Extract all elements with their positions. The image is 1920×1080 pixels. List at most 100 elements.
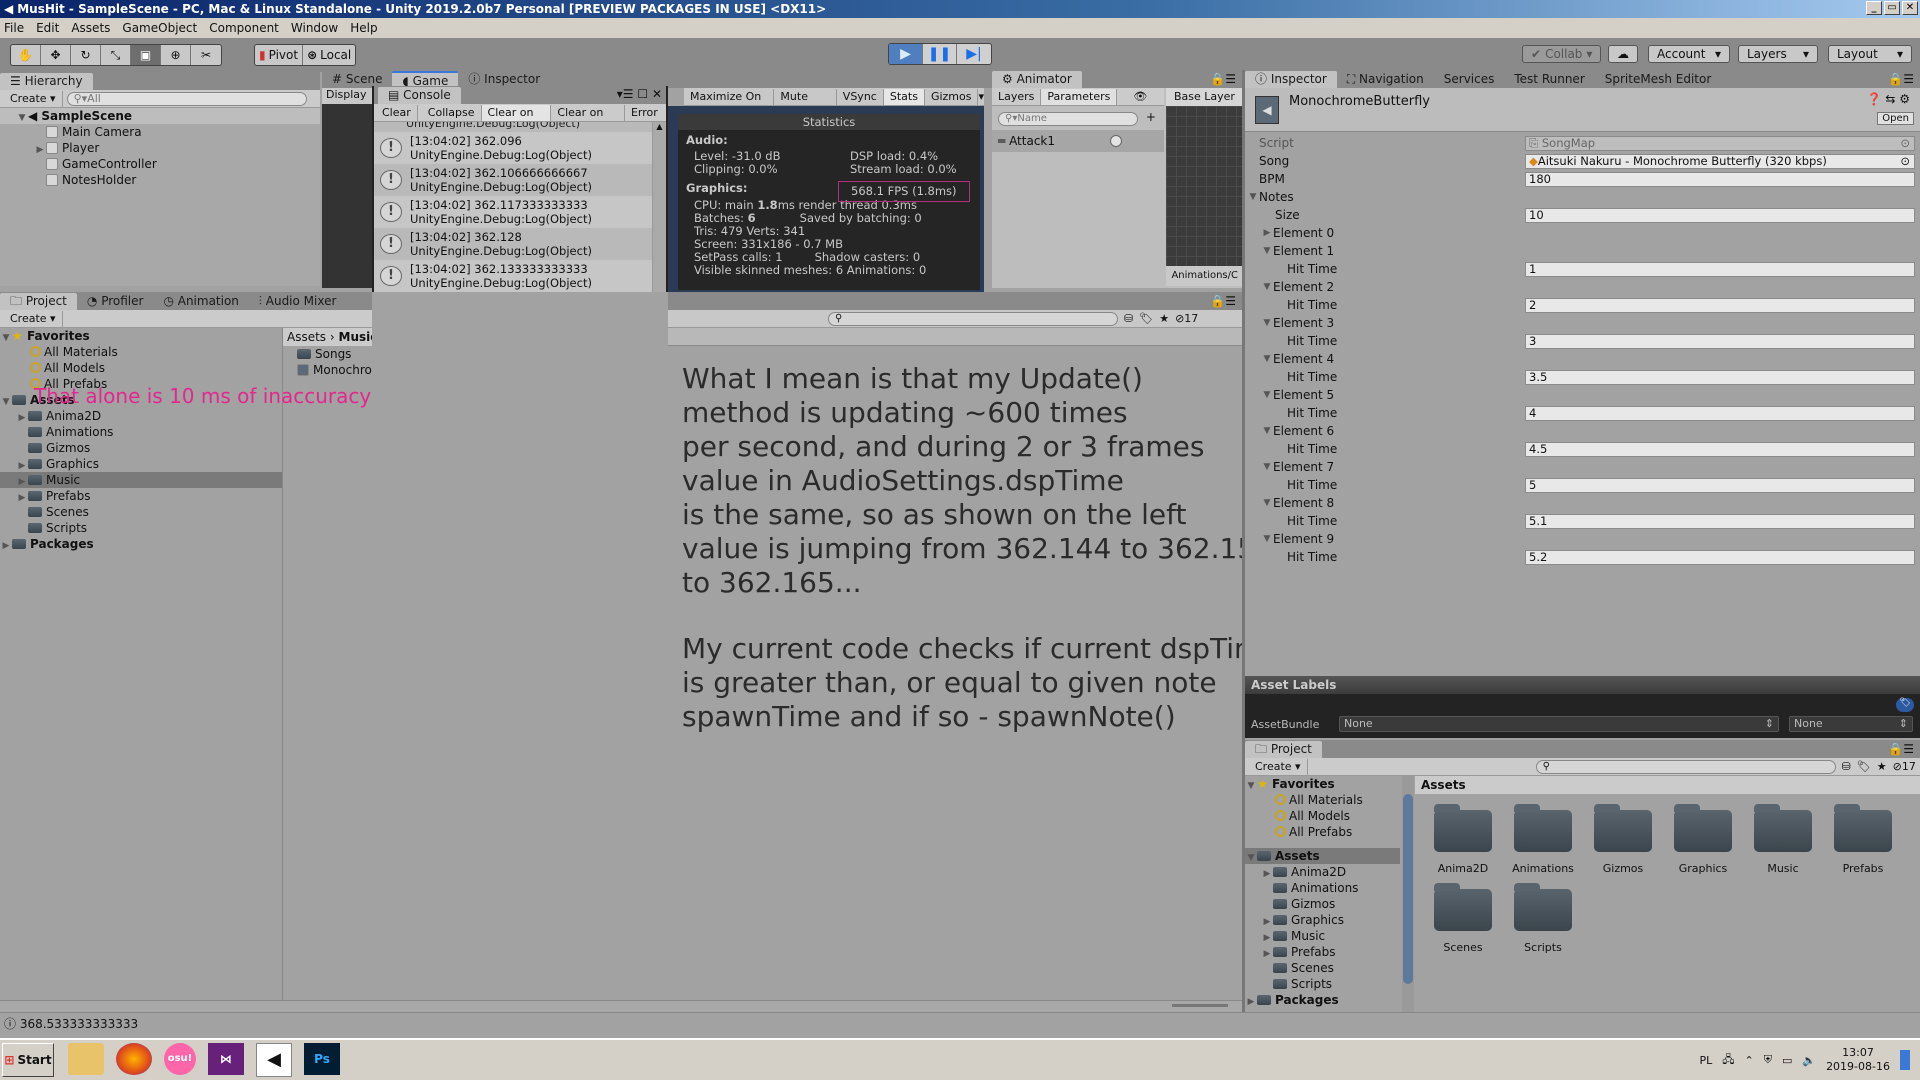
element-foldout[interactable]: ▼ Element 3 — [1245, 314, 1920, 332]
console-log-entry[interactable]: ! [13:04:02] 362.106666666667 UnityEngine.… — [374, 164, 654, 196]
mute-audio-toggle[interactable]: Mute Audio — [774, 88, 837, 119]
zoom-slider[interactable] — [1172, 1004, 1228, 1007]
language-indicator[interactable]: PL — [1699, 1054, 1712, 1067]
scale-tool-icon[interactable]: ⤡ — [101, 45, 131, 65]
folder-item[interactable]: ▶ Anima2D — [1245, 864, 1400, 880]
project-search-input[interactable]: ⚲ — [828, 311, 1118, 326]
console-clear-on-build-toggle[interactable]: Clear on Build — [551, 104, 625, 135]
show-desktop-button[interactable] — [1900, 1050, 1910, 1070]
maximize-icon[interactable]: ☐ — [637, 87, 648, 101]
console-log-entry[interactable]: ! [13:04:02] 362.133333333333UnityEngine.… — [374, 260, 654, 292]
antivirus-icon[interactable]: ⛨ — [1764, 1053, 1772, 1067]
asset-tile[interactable]: Scenes — [1423, 883, 1503, 954]
favorite-item[interactable]: All Models — [0, 360, 282, 376]
favorite-item[interactable]: All Prefabs — [1245, 824, 1400, 840]
visual-studio-icon[interactable]: ⋈ — [208, 1043, 244, 1075]
hit-time-input[interactable]: 1 — [1525, 261, 1915, 277]
stats-toggle[interactable]: Stats — [883, 88, 925, 105]
folder-item[interactable]: Gizmos — [1245, 896, 1400, 912]
console-clear-button[interactable]: Clear — [376, 104, 418, 121]
asset-tile[interactable]: Scripts — [1503, 883, 1583, 954]
minimize-button[interactable]: _ — [1866, 1, 1882, 15]
console-log-entry[interactable]: ! [13:04:02] 362.096 UnityEngine.Debug:Log… — [374, 132, 654, 164]
pivot-button[interactable]: ▮ Pivot — [255, 45, 304, 65]
tab-animation[interactable]: ◷ Animation — [153, 293, 248, 310]
preset-icon[interactable]: ⇆ — [1885, 92, 1895, 106]
bpm-input[interactable]: 180 — [1525, 171, 1915, 187]
assetbundle-dropdown[interactable]: None ⇕ — [1339, 716, 1779, 732]
asset-tile[interactable]: Gizmos — [1583, 804, 1663, 875]
add-parameter-button[interactable]: + — [1146, 110, 1156, 124]
console-collapse-toggle[interactable]: Collapse — [422, 104, 482, 121]
settings-gear-icon[interactable]: ⚙ — [1899, 92, 1910, 106]
tab-project-right[interactable]: 🗀 Project — [1245, 741, 1322, 758]
asset-tile[interactable]: Anima2D — [1423, 804, 1503, 875]
layers-dropdown[interactable]: Layers ▾ — [1738, 45, 1818, 63]
volume-icon[interactable]: 🔈 — [1802, 1054, 1816, 1067]
console-log-entry[interactable]: ! [13:04:02] 362.117333333333 UnityEngine.… — [374, 196, 654, 228]
element-foldout[interactable]: ▼ Element 1 — [1245, 242, 1920, 260]
tab-profiler[interactable]: ◔ Profiler — [77, 293, 154, 310]
eye-icon[interactable]: 👁 — [1133, 90, 1147, 103]
clock[interactable]: 13:07 2019-08-16 — [1826, 1046, 1890, 1074]
inspector-lock-icon[interactable]: 🔒☰ — [1888, 72, 1914, 86]
hierarchy-item[interactable]: GameController — [0, 156, 320, 172]
firefox-icon[interactable] — [116, 1043, 152, 1075]
hit-time-input[interactable]: 5.2 — [1525, 549, 1915, 565]
menu-file[interactable]: File — [4, 21, 24, 35]
tab-navigation[interactable]: ⛶ Navigation — [1337, 71, 1434, 88]
scrollbar-thumb[interactable] — [1403, 794, 1413, 984]
favorite-star-icon[interactable]: ★ — [1877, 760, 1887, 773]
packages-node[interactable]: ▶ Packages — [0, 536, 282, 552]
object-picker-icon[interactable]: ⊙ — [1900, 155, 1910, 168]
hit-time-input[interactable]: 5 — [1525, 477, 1915, 493]
folder-item[interactable]: ▶ Graphics — [1245, 912, 1400, 928]
element-foldout[interactable]: ▼ Element 2 — [1245, 278, 1920, 296]
folder-item[interactable]: Scripts — [0, 520, 282, 536]
element-foldout[interactable]: ▼ Element 8 — [1245, 494, 1920, 512]
trigger-radio[interactable] — [1110, 135, 1122, 147]
account-dropdown[interactable]: Account ▾ — [1648, 45, 1730, 63]
menu-help[interactable]: Help — [350, 21, 377, 35]
hierarchy-item[interactable]: NotesHolder — [0, 172, 320, 188]
project-lock-icon[interactable]: 🔒☰ — [1888, 742, 1914, 756]
folder-item[interactable]: ▶ Prefabs — [0, 488, 282, 504]
filter-type-icon[interactable]: ⛁ — [1842, 760, 1851, 773]
folder-item[interactable]: ▶ Music — [1245, 928, 1400, 944]
play-button[interactable]: ▶ — [889, 44, 923, 64]
scene-root[interactable]: ▼ ◀ SampleScene — [0, 108, 320, 124]
element-foldout[interactable]: ▼ Element 6 — [1245, 422, 1920, 440]
hit-time-input[interactable]: 5.1 — [1525, 513, 1915, 529]
tab-audio-mixer[interactable]: ⫶ Audio Mixer — [249, 293, 347, 310]
step-button[interactable]: ▶| — [957, 44, 991, 64]
favorite-item[interactable]: All Models — [1245, 808, 1400, 824]
hidden-packages-icon[interactable]: ⊘17 — [1893, 760, 1916, 773]
folder-item[interactable]: Scenes — [1245, 960, 1400, 976]
favorites-node[interactable]: ▼ ★ Favorites — [1245, 776, 1400, 792]
filter-label-icon[interactable]: 🏷 — [1139, 312, 1153, 325]
console-error-pause-toggle[interactable]: Error P — [625, 105, 666, 135]
hierarchy-search-input[interactable]: ⚲▾All — [66, 91, 307, 106]
folder-item[interactable]: Animations — [1245, 880, 1400, 896]
network-icon[interactable]: 🖧 — [1722, 1051, 1734, 1070]
open-button[interactable]: Open — [1877, 112, 1914, 125]
gizmos-toggle[interactable]: Gizmos — [925, 88, 979, 105]
menu-component[interactable]: Component — [209, 21, 279, 35]
menu-window[interactable]: Window — [291, 21, 338, 35]
hierarchy-item[interactable]: ▶ Player — [0, 140, 320, 156]
maximize-button[interactable]: ▭ — [1884, 1, 1900, 15]
folder-item[interactable]: ▶ Graphics — [0, 456, 282, 472]
asset-item[interactable]: Songs — [283, 346, 372, 362]
maximize-on-play-toggle[interactable]: Maximize On Play — [684, 88, 775, 119]
hit-time-input[interactable]: 4 — [1525, 405, 1915, 421]
size-input[interactable]: 10 — [1525, 207, 1915, 223]
asset-tile[interactable]: Animations — [1503, 804, 1583, 875]
tab-console[interactable]: ▤ Console — [378, 87, 461, 104]
panel-lock-icon[interactable]: 🔒☰ — [1210, 294, 1236, 308]
tab-layers[interactable]: Layers — [992, 88, 1042, 105]
favorite-item[interactable]: All Materials — [0, 344, 282, 360]
element-foldout[interactable]: ▼ Element 7 — [1245, 458, 1920, 476]
move-tool-icon[interactable]: ✥ — [41, 45, 71, 65]
menu-edit[interactable]: Edit — [36, 21, 59, 35]
folder-item[interactable]: ▶ Anima2D — [0, 408, 282, 424]
